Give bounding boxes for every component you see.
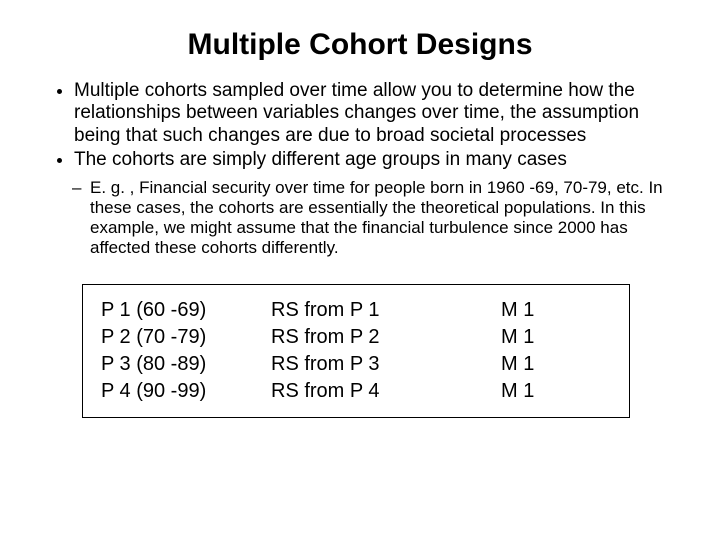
table-cell: P 2 (70 -79) [101, 324, 261, 351]
table-cell: RS from P 3 [271, 351, 491, 378]
table-grid: P 1 (60 -69) RS from P 1 M 1 P 2 (70 -79… [101, 297, 611, 405]
table-cell: RS from P 1 [271, 297, 491, 324]
slide: Multiple Cohort Designs Multiple cohorts… [0, 0, 720, 540]
bullet-item: Multiple cohorts sampled over time allow… [74, 80, 682, 147]
table-cell: M 1 [501, 351, 581, 378]
table-cell: RS from P 2 [271, 324, 491, 351]
bullet-list-level2: E. g. , Financial security over time for… [38, 178, 682, 258]
slide-title: Multiple Cohort Designs [38, 28, 682, 62]
cohort-table: P 1 (60 -69) RS from P 1 M 1 P 2 (70 -79… [82, 284, 630, 418]
bullet-item: The cohorts are simply different age gro… [74, 149, 682, 171]
table-cell: M 1 [501, 378, 581, 405]
table-cell: P 3 (80 -89) [101, 351, 261, 378]
table-cell: P 1 (60 -69) [101, 297, 261, 324]
table-cell: P 4 (90 -99) [101, 378, 261, 405]
bullet-list-level1: Multiple cohorts sampled over time allow… [38, 80, 682, 172]
table-cell: M 1 [501, 324, 581, 351]
table-cell: M 1 [501, 297, 581, 324]
sub-bullet-item: E. g. , Financial security over time for… [90, 178, 682, 258]
table-cell: RS from P 4 [271, 378, 491, 405]
